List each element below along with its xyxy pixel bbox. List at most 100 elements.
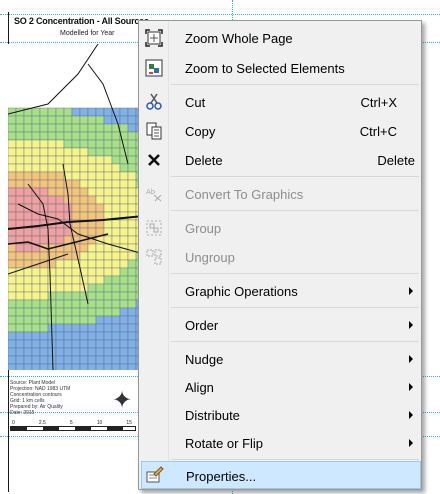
grid-cell — [8, 179, 17, 189]
grid-cell — [79, 163, 89, 173]
grid-cell — [120, 60, 128, 68]
grid-cell — [120, 76, 128, 84]
grid-cell — [47, 291, 57, 301]
grid-cell — [47, 235, 57, 245]
grid-cell — [47, 363, 57, 370]
grid-cell — [47, 123, 57, 133]
grid-cell — [63, 147, 73, 157]
menu-item-ungroup[interactable]: Ungroup — [141, 243, 421, 271]
grid-cell — [79, 123, 89, 133]
grid-cell — [24, 76, 32, 84]
grid-cell — [23, 323, 33, 333]
grid-cell — [103, 139, 113, 149]
grid-cell — [119, 315, 129, 325]
grid-cell — [71, 131, 81, 141]
grid-cell — [127, 219, 137, 229]
grid-cell — [63, 163, 73, 173]
grid-cell — [103, 251, 113, 261]
grid-cell — [103, 283, 113, 293]
menu-item-label: Zoom Whole Page — [185, 31, 293, 46]
concentration-grid-map[interactable] — [8, 44, 144, 370]
grid-cell — [111, 275, 121, 285]
grid-cell — [23, 339, 33, 349]
grid-cell — [39, 123, 49, 133]
grid-cell — [127, 147, 137, 157]
menu-item-distribute[interactable]: Distribute — [141, 401, 421, 429]
grid-cell — [31, 339, 41, 349]
grid-cell — [8, 347, 17, 357]
grid-cell — [119, 339, 129, 349]
grid-cell — [95, 243, 105, 253]
grid-cell — [103, 163, 113, 173]
grid-cell — [8, 155, 17, 165]
grid-cell — [8, 44, 16, 52]
grid-cell — [55, 323, 65, 333]
grid-cell — [40, 92, 48, 100]
grid-cell — [71, 291, 81, 301]
grid-cell — [39, 355, 49, 365]
grid-cell — [79, 115, 89, 125]
grid-cell — [95, 323, 105, 333]
menu-item-align[interactable]: Align — [141, 373, 421, 401]
grid-cell — [103, 363, 113, 370]
menu-item-group[interactable]: Group — [141, 214, 421, 242]
grid-cell — [39, 267, 49, 277]
menu-item-label: Properties... — [186, 469, 257, 484]
grid-cell — [87, 331, 97, 341]
grid-cell — [127, 307, 137, 317]
grid-cell — [79, 203, 89, 213]
grid-cell — [40, 52, 48, 60]
menu-item-order[interactable]: Order — [141, 311, 421, 339]
grid-cell — [111, 291, 121, 301]
grid-cell — [16, 68, 24, 76]
menu-item-zoom-whole-page[interactable]: Zoom Whole Page — [141, 24, 421, 52]
grid-cell — [15, 163, 25, 173]
menu-item-label: Ungroup — [185, 250, 235, 265]
grid-cell — [55, 131, 65, 141]
grid-cell — [127, 139, 137, 149]
grid-cell — [103, 299, 113, 309]
menu-item-nudge[interactable]: Nudge — [141, 345, 421, 373]
menu-item-zoom-selected-elements[interactable]: Zoom to Selected Elements — [141, 54, 421, 82]
grid-cell — [88, 84, 96, 92]
grid-cell — [111, 219, 121, 229]
grid-cell — [79, 195, 89, 205]
menu-item-cut[interactable]: Cut Ctrl+X — [141, 88, 421, 116]
grid-cell — [71, 107, 81, 117]
grid-cell — [64, 76, 72, 84]
grid-cell — [47, 211, 57, 221]
grid-cell — [31, 107, 41, 117]
grid-cell — [47, 227, 57, 237]
grid-cell — [79, 147, 89, 157]
grid-cell — [8, 60, 16, 68]
grid-cell — [127, 107, 137, 117]
grid-cell — [31, 275, 41, 285]
grid-cell — [87, 315, 97, 325]
grid-cell — [39, 323, 49, 333]
grid-cell — [31, 171, 41, 181]
grid-cell — [39, 131, 49, 141]
grid-cell — [56, 60, 64, 68]
grid-cell — [87, 299, 97, 309]
menu-item-rotate-or-flip[interactable]: Rotate or Flip — [141, 429, 421, 457]
grid-cell — [72, 44, 80, 52]
menu-item-label: Distribute — [185, 408, 240, 423]
grid-cell — [55, 331, 65, 341]
grid-cell — [40, 84, 48, 92]
grid-cell — [39, 307, 49, 317]
grid-cell — [39, 155, 49, 165]
grid-cell — [55, 291, 65, 301]
menu-item-convert-to-graphics[interactable]: Ab Convert To Graphics — [141, 180, 421, 208]
menu-item-delete[interactable]: Delete Delete — [141, 146, 421, 174]
menu-item-graphic-operations[interactable]: Graphic Operations — [141, 277, 421, 305]
grid-cell — [111, 363, 121, 370]
grid-cell — [8, 187, 17, 197]
grid-cell — [127, 323, 137, 333]
grid-cell — [95, 291, 105, 301]
menu-item-properties[interactable]: Properties... — [141, 461, 421, 489]
menu-separator — [171, 307, 419, 308]
grid-cell — [56, 76, 64, 84]
grid-cell — [23, 195, 33, 205]
menu-item-copy[interactable]: Copy Ctrl+C — [141, 117, 421, 145]
grid-cell — [16, 60, 24, 68]
